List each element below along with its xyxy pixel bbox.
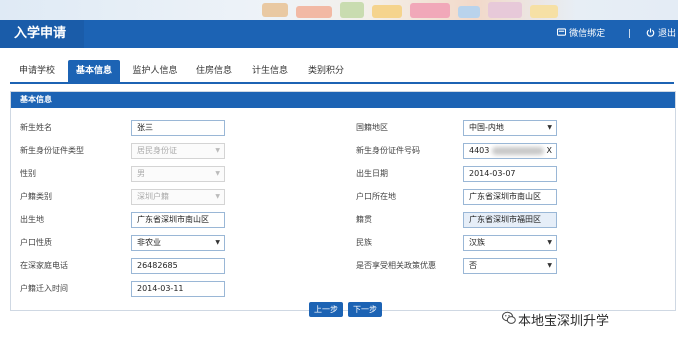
id-type-select: 居民身份证: [131, 143, 225, 159]
field-label: 民族: [356, 238, 372, 247]
tab-underline: [10, 82, 674, 84]
tab-guardian-info[interactable]: 监护人信息: [126, 60, 184, 82]
id-number-input[interactable]: 4403 X: [463, 143, 557, 159]
banner-illustration-block: [458, 6, 480, 18]
banner-illustration-block: [262, 3, 288, 17]
policy-benefit-select[interactable]: 否: [463, 258, 557, 274]
prev-step-button[interactable]: 上一步: [309, 302, 343, 317]
household-nature-select[interactable]: 非农业: [131, 235, 225, 251]
logout-link[interactable]: 退出: [646, 20, 676, 48]
wechat-logo-icon: [502, 311, 516, 324]
banner-illustration-block: [340, 2, 364, 18]
field-label: 籍贯: [356, 215, 372, 224]
panel-title: 基本信息: [11, 92, 675, 108]
field-label: 出生日期: [356, 169, 388, 178]
watermark-text: 本地宝深圳升学: [518, 314, 610, 329]
header-actions: 微信绑定 | 退出: [557, 20, 678, 48]
top-banner: [0, 0, 678, 20]
tab-housing-info[interactable]: 住房信息: [188, 60, 240, 82]
field-label: 户口所在地: [356, 192, 396, 201]
household-move-date-input[interactable]: 2014-03-11: [131, 281, 225, 297]
ethnicity-select[interactable]: 汉族: [463, 235, 557, 251]
nationality-select[interactable]: 中国-内地: [463, 120, 557, 136]
power-icon: [646, 28, 655, 37]
field-label: 新生身份证件号码: [356, 146, 420, 155]
birth-date-input[interactable]: 2014-03-07: [463, 166, 557, 182]
banner-illustration-block: [488, 2, 522, 18]
header-separator: |: [628, 29, 632, 39]
field-label: 户籍迁入时间: [20, 284, 68, 293]
field-label: 新生姓名: [20, 123, 52, 132]
field-label: 户籍类别: [20, 192, 52, 201]
field-label: 性别: [20, 169, 36, 178]
banner-illustration-block: [410, 3, 450, 18]
page-title: 入学申请: [0, 20, 85, 48]
wechat-bind-label: 微信绑定: [569, 29, 606, 39]
banner-illustration-block: [530, 5, 558, 18]
wechat-icon: [557, 28, 567, 36]
id-number-prefix: 4403: [469, 146, 490, 155]
banner-illustration-block: [372, 5, 402, 18]
student-name-input[interactable]: 张三: [131, 120, 225, 136]
tab-basic-info[interactable]: 基本信息: [68, 60, 120, 82]
field-label: 出生地: [20, 215, 44, 224]
gender-select: 男: [131, 166, 225, 182]
home-phone-input[interactable]: 26482685: [131, 258, 225, 274]
field-label: 国籍地区: [356, 123, 388, 132]
redacted-id-digits: [491, 146, 544, 155]
household-type-select: 深圳户籍: [131, 189, 225, 205]
field-label: 户口性质: [20, 238, 52, 247]
native-place-input[interactable]: 广东省深圳市福田区: [463, 212, 557, 228]
tab-apply-school[interactable]: 申请学校: [10, 60, 64, 82]
tab-family-planning-info[interactable]: 计生信息: [244, 60, 296, 82]
field-label: 在深家庭电话: [20, 261, 68, 270]
household-location-input[interactable]: 广东省深圳市南山区: [463, 189, 557, 205]
banner-illustration-block: [296, 6, 332, 18]
basic-info-panel: 基本信息 新生姓名 张三 新生身份证件类型 居民身份证 性别 男 户籍类别 深圳…: [10, 91, 676, 311]
logout-label: 退出: [657, 29, 676, 39]
id-number-suffix: X: [546, 146, 552, 155]
next-step-button[interactable]: 下一步: [348, 302, 382, 317]
field-label: 是否享受相关政策优惠: [356, 261, 436, 270]
field-label: 新生身份证件类型: [20, 146, 84, 155]
tab-category-points[interactable]: 类别积分: [300, 60, 352, 82]
title-arrow: [74, 20, 84, 48]
birthplace-input[interactable]: 广东省深圳市南山区: [131, 212, 225, 228]
app-header: 入学申请 微信绑定 | 退出: [0, 20, 678, 48]
wechat-bind-link[interactable]: 微信绑定: [557, 20, 605, 48]
